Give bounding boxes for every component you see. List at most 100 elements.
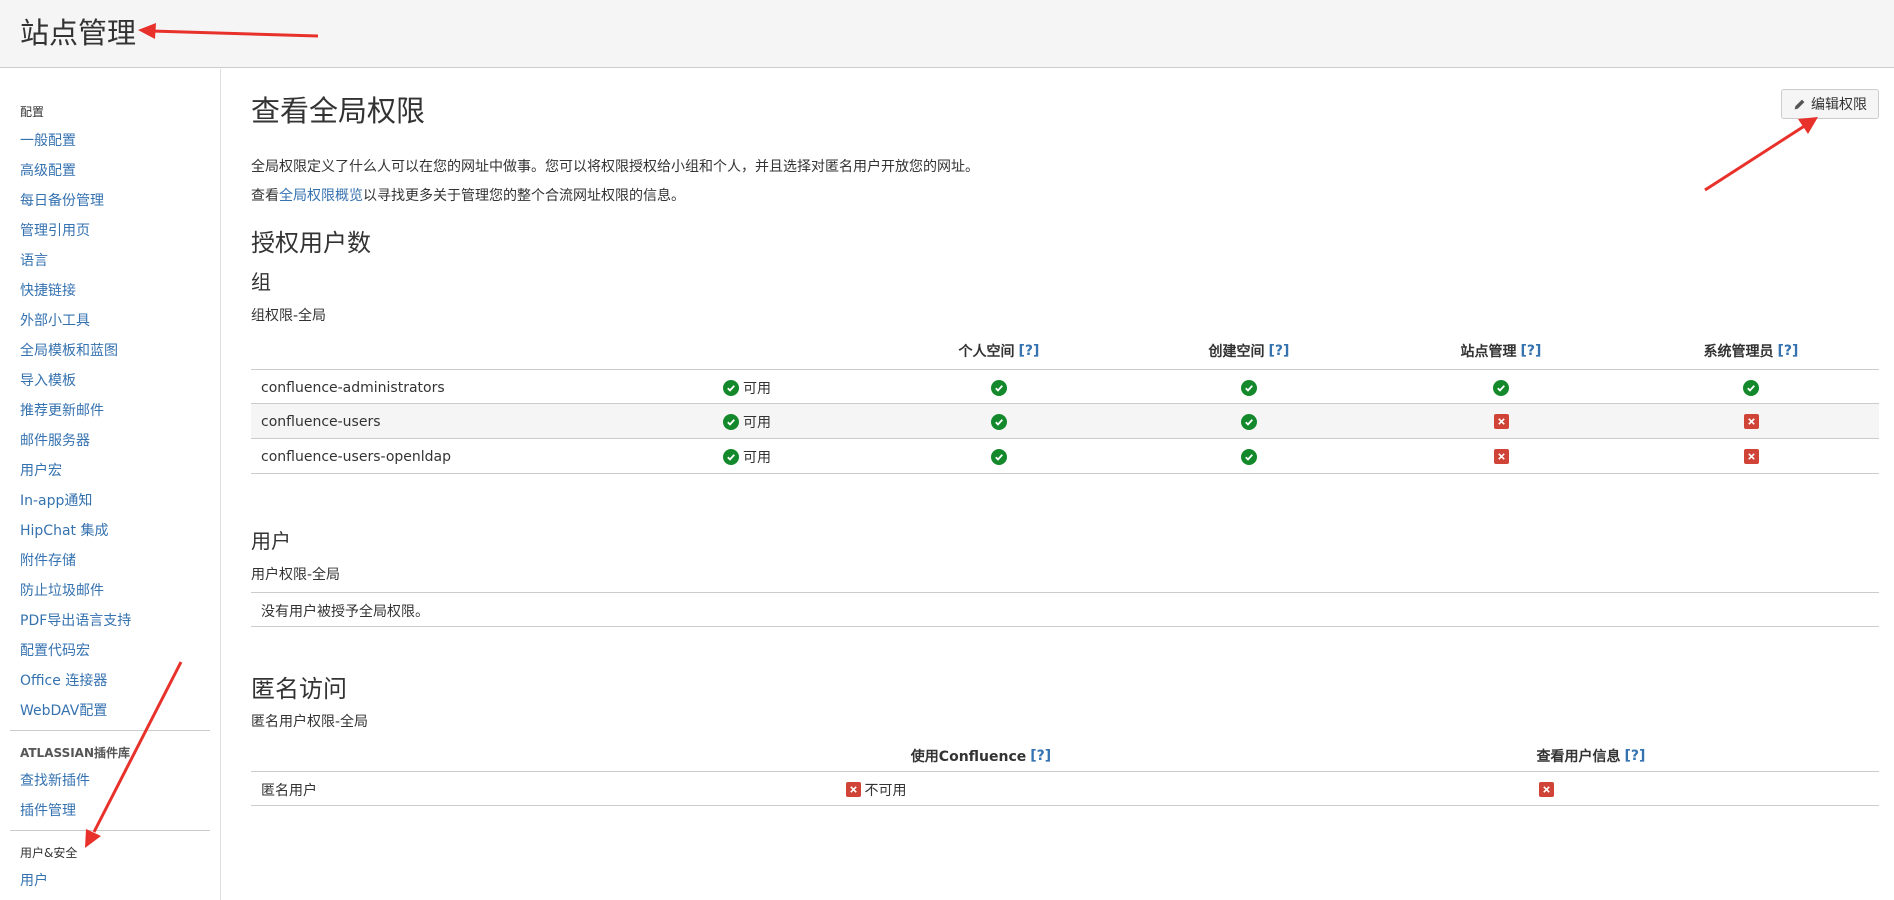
column-header-label: 查看用户信息 xyxy=(1536,749,1621,765)
sidebar-item-config[interactable]: WebDAV配置 xyxy=(20,700,107,720)
column-header: 使用Confluence [?] xyxy=(861,741,1101,771)
cross-icon xyxy=(1743,414,1759,429)
sidebar-item-config[interactable]: Office 连接器 xyxy=(20,670,107,690)
permission-cell xyxy=(1229,404,1269,439)
sidebar-item-config[interactable]: 导入模板 xyxy=(20,370,76,390)
column-header: 站点管理 [?] xyxy=(1401,336,1601,366)
global-permissions-overview-text: 查看全局权限概览以寻找更多关于管理您的整个合流网址权限的信息。 xyxy=(251,185,685,205)
sidebar-divider xyxy=(10,830,210,831)
check-icon xyxy=(991,448,1007,465)
check-icon xyxy=(723,413,739,430)
sidebar-item-config[interactable]: 推荐更新邮件 xyxy=(20,400,104,420)
table-row: confluence-users 可用 xyxy=(251,404,1879,439)
sidebar-item-config[interactable]: 高级配置 xyxy=(20,160,76,180)
anonymous-permissions-table: 使用Confluence [?] 查看用户信息 [?] 匿名用户 不可用 xyxy=(251,741,1879,811)
pencil-icon xyxy=(1794,99,1805,109)
check-icon xyxy=(1743,379,1759,396)
column-header: 系统管理员 [?] xyxy=(1651,336,1851,366)
sidebar-section-config: 配置 xyxy=(20,105,45,119)
table-row: confluence-administrators 可用 xyxy=(251,369,1879,404)
column-header-label: 创建空间 xyxy=(1208,344,1265,360)
group-status-label: 可用 xyxy=(743,380,771,397)
global-permissions-description: 全局权限定义了什么人可以在您的网址中做事。您可以将权限授权给小组和个人，并且选择… xyxy=(251,159,979,175)
sidebar-divider xyxy=(10,730,210,731)
users-heading: 用户 xyxy=(251,529,291,553)
help-link[interactable]: [?] xyxy=(1030,748,1051,764)
check-icon xyxy=(991,379,1007,396)
permission-cell xyxy=(1481,370,1521,405)
annotation-arrowhead xyxy=(1798,117,1818,134)
permission-cell xyxy=(1731,370,1771,405)
group-status: 可用 xyxy=(723,370,771,405)
overview-link[interactable]: 全局权限概览 xyxy=(279,188,363,204)
overview-prefix: 查看 xyxy=(251,188,279,204)
anonymous-user-name: 匿名用户 xyxy=(261,782,317,799)
group-status-label: 可用 xyxy=(743,449,771,466)
sidebar-item-manage-plugins[interactable]: 插件管理 xyxy=(20,800,76,820)
column-header: 创建空间 [?] xyxy=(1149,336,1349,366)
help-link[interactable]: [?] xyxy=(1269,343,1290,359)
help-link[interactable]: [?] xyxy=(1019,343,1040,359)
users-empty-row: 没有用户被授予全局权限。 xyxy=(251,592,1879,627)
page-title: 查看全局权限 xyxy=(251,94,426,128)
check-icon xyxy=(1241,413,1257,430)
edit-permissions-button[interactable]: 编辑权限 xyxy=(1781,89,1879,119)
sidebar-item-find-plugins[interactable]: 查找新插件 xyxy=(20,770,90,790)
column-header: 查看用户信息 [?] xyxy=(1471,741,1711,771)
help-link[interactable]: [?] xyxy=(1521,343,1542,359)
sidebar-item-config[interactable]: 配置代码宏 xyxy=(20,640,90,660)
header-bar: 站点管理 xyxy=(0,0,1894,68)
group-status-label: 可用 xyxy=(743,414,771,431)
sidebar-item-config[interactable]: 附件存储 xyxy=(20,550,76,570)
cross-icon xyxy=(845,782,861,797)
page-header-title: 站点管理 xyxy=(20,16,137,50)
column-header-label: 使用Confluence xyxy=(910,749,1027,765)
anonymous-view-status xyxy=(1451,772,1641,807)
annotation-arrow xyxy=(1704,123,1807,192)
overview-suffix: 以寻找更多关于管理您的整个合流网址权限的信息。 xyxy=(363,188,685,204)
groups-heading: 组 xyxy=(251,270,271,294)
column-header-label: 个人空间 xyxy=(958,344,1015,360)
sidebar-item-config[interactable]: 每日备份管理 xyxy=(20,190,104,210)
sidebar-item-config[interactable]: 邮件服务器 xyxy=(20,430,90,450)
group-name: confluence-users xyxy=(261,413,381,430)
table-row: 匿名用户 不可用 xyxy=(251,771,1879,806)
licensed-users-heading: 授权用户数 xyxy=(251,229,371,257)
sidebar-item-config[interactable]: 一般配置 xyxy=(20,130,76,150)
sidebar-item-config[interactable]: 全局模板和蓝图 xyxy=(20,340,118,360)
sidebar-item-config[interactable]: 管理引用页 xyxy=(20,220,90,240)
cross-icon xyxy=(1493,449,1509,464)
sidebar-item-users[interactable]: 用户 xyxy=(20,870,48,890)
users-caption: 用户权限-全局 xyxy=(251,567,341,583)
cross-icon xyxy=(1538,782,1554,797)
group-name: confluence-users-openldap xyxy=(261,448,451,465)
cross-icon xyxy=(1743,449,1759,464)
edit-permissions-label: 编辑权限 xyxy=(1811,97,1867,113)
sidebar-item-config[interactable]: 外部小工具 xyxy=(20,310,90,330)
sidebar-item-config[interactable]: 语言 xyxy=(20,250,48,270)
anonymous-caption: 匿名用户权限-全局 xyxy=(251,714,369,730)
group-status: 可用 xyxy=(723,404,771,439)
permission-cell xyxy=(1229,439,1269,474)
permission-cell xyxy=(1731,439,1771,474)
permission-cell xyxy=(979,404,1019,439)
sidebar-item-config[interactable]: 防止垃圾邮件 xyxy=(20,580,104,600)
permission-cell xyxy=(979,370,1019,405)
check-icon xyxy=(723,448,739,465)
permission-cell xyxy=(979,439,1019,474)
group-status: 可用 xyxy=(723,439,771,474)
anonymous-access-heading: 匿名访问 xyxy=(251,675,347,703)
sidebar-item-config[interactable]: 快捷链接 xyxy=(20,280,76,300)
check-icon xyxy=(723,379,739,396)
sidebar-item-config[interactable]: HipChat 集成 xyxy=(20,520,108,540)
sidebar-item-config[interactable]: 用户宏 xyxy=(20,460,62,480)
sidebar-section-plugins: ATLASSIAN插件库 xyxy=(20,746,131,760)
help-link[interactable]: [?] xyxy=(1778,343,1799,359)
help-link[interactable]: [?] xyxy=(1625,748,1646,764)
cross-icon xyxy=(1493,414,1509,429)
check-icon xyxy=(1241,448,1257,465)
sidebar-item-config[interactable]: In-app通知 xyxy=(20,490,92,510)
check-icon xyxy=(991,413,1007,430)
sidebar-item-config[interactable]: PDF导出语言支持 xyxy=(20,610,131,630)
permission-cell xyxy=(1731,404,1771,439)
